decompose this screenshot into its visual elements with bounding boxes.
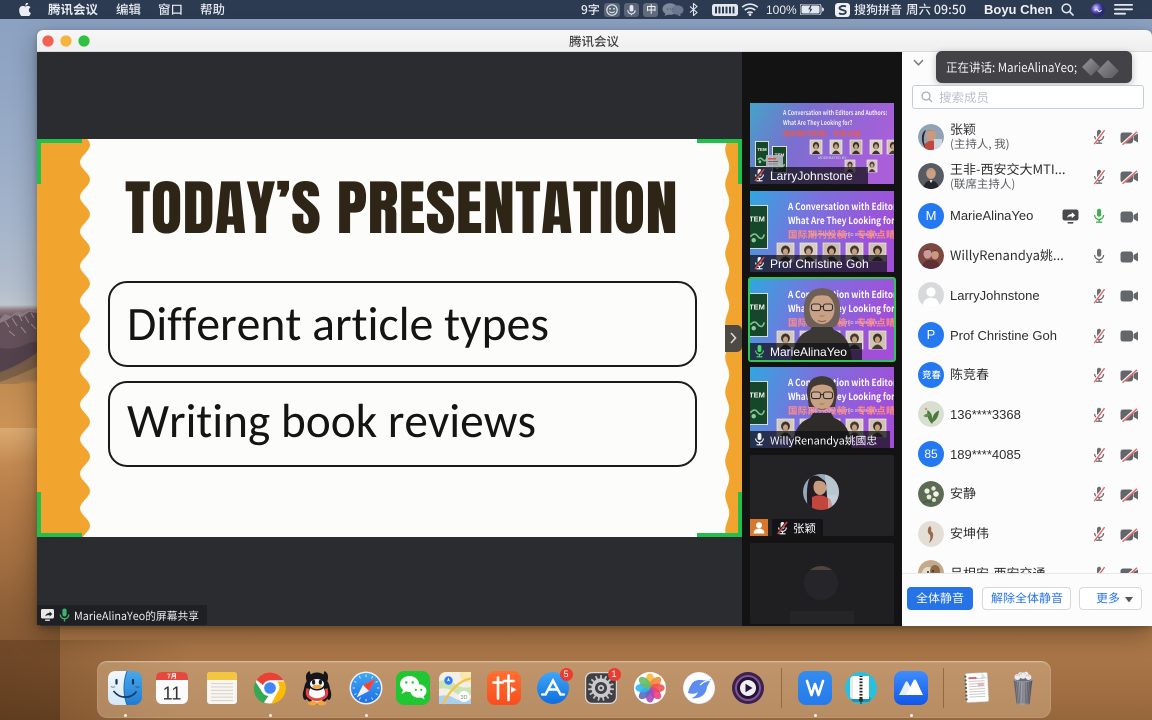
svg-text:TEM: TEM xyxy=(750,391,765,400)
svg-text:3D: 3D xyxy=(460,695,467,701)
svg-text:TEM: TEM xyxy=(750,215,765,224)
svg-text:TEM: TEM xyxy=(757,147,767,152)
svg-text:MODERATED BY: MODERATED BY xyxy=(818,156,847,160)
svg-text:11: 11 xyxy=(163,684,182,704)
